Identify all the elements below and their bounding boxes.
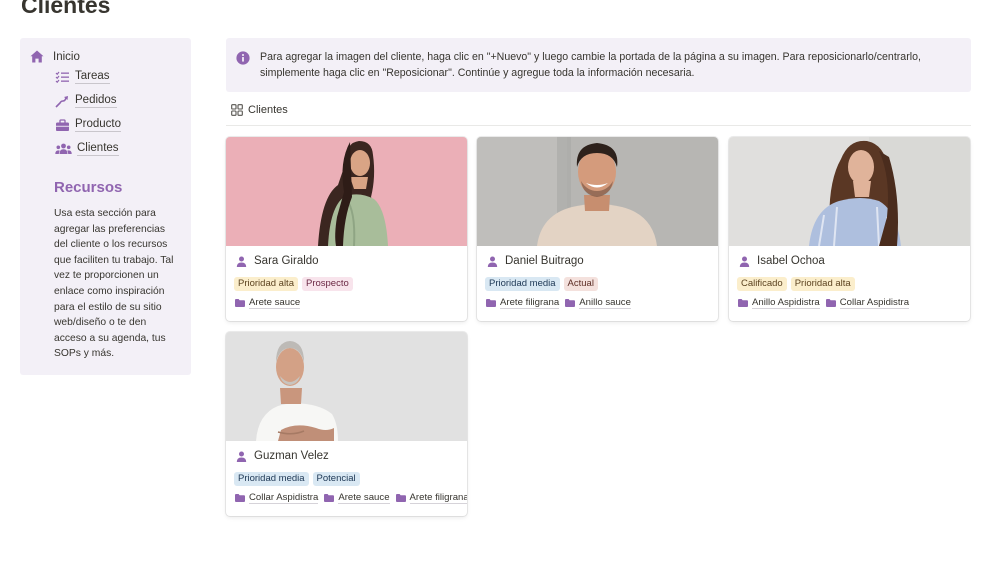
sidebar: Inicio Tareas Pedidos Producto Clientes … — [20, 38, 191, 375]
gallery-card[interactable]: Sara Giraldo Prioridad alta Prospecto Ar… — [226, 137, 467, 321]
card-cover-photo — [226, 332, 467, 441]
card-relations: Arete sauce — [235, 297, 467, 309]
sidebar-item-inicio[interactable]: Inicio — [30, 50, 80, 63]
client-name: Guzman Velez — [254, 450, 329, 462]
card-tags: Calificado Prioridad alta — [737, 277, 855, 291]
tab-label: Clientes — [248, 104, 288, 116]
info-icon — [236, 51, 250, 65]
sidebar-item-tareas[interactable]: Tareas — [55, 70, 110, 84]
card-relations: Collar Aspidistra Arete sauce Arete fili… — [235, 492, 467, 504]
tab-clientes-gallery[interactable]: Clientes — [231, 104, 288, 116]
gallery-card[interactable]: Isabel Ochoa Calificado Prioridad alta A… — [729, 137, 970, 321]
trend-arrow-icon — [55, 95, 68, 108]
page-title: Clientes — [21, 0, 111, 18]
folder-icon — [825, 299, 836, 307]
priority-tag: Prioridad alta — [790, 277, 855, 291]
sidebar-item-label: Producto — [75, 118, 122, 132]
card-relations: Arete filigrana Anillo sauce — [486, 297, 718, 309]
client-name: Sara Giraldo — [254, 255, 319, 267]
card-tags: Prioridad media Actual — [485, 277, 598, 291]
sidebar-item-clientes[interactable]: Clientes — [55, 142, 119, 156]
status-tag: Actual — [563, 277, 598, 291]
folder-icon — [738, 299, 748, 307]
sidebar-item-pedidos[interactable]: Pedidos — [55, 94, 117, 108]
checklist-icon — [55, 71, 69, 83]
person-icon — [236, 451, 247, 462]
people-icon — [55, 143, 72, 154]
card-title: Guzman Velez — [236, 450, 329, 462]
info-callout: Para agregar la imagen del cliente, haga… — [226, 38, 971, 92]
card-cover-photo — [477, 137, 718, 246]
folder-icon — [235, 299, 245, 307]
callout-text: Para agregar la imagen del cliente, haga… — [260, 51, 921, 79]
client-name: Daniel Buitrago — [505, 255, 584, 267]
status-tag: Calificado — [737, 277, 787, 291]
person-icon — [487, 256, 498, 267]
card-relations: Anillo Aspidistra Collar Aspidistra — [738, 297, 970, 309]
folder-icon — [235, 494, 245, 502]
card-cover-photo — [729, 137, 970, 246]
person-icon — [739, 256, 750, 267]
resources-description: Usa esta sección para agregar las prefer… — [54, 208, 174, 360]
relation-link[interactable]: Arete filigrana — [395, 492, 467, 504]
relation-link[interactable]: Arete sauce — [235, 297, 301, 309]
gallery-icon — [231, 104, 243, 116]
folder-icon — [565, 299, 576, 307]
gallery-card[interactable]: Daniel Buitrago Prioridad media Actual A… — [477, 137, 718, 321]
sidebar-item-label: Tareas — [75, 70, 110, 84]
relation-link[interactable]: Anillo sauce — [565, 297, 631, 309]
view-divider — [226, 125, 971, 126]
card-title: Daniel Buitrago — [487, 255, 584, 267]
sidebar-item-label: Clientes — [77, 142, 119, 156]
card-title: Sara Giraldo — [236, 255, 319, 267]
card-tags: Prioridad alta Prospecto — [234, 277, 353, 291]
priority-tag: Prioridad media — [485, 277, 560, 291]
resources-heading: Recursos — [54, 179, 123, 196]
status-tag: Prospecto — [301, 277, 353, 291]
client-name: Isabel Ochoa — [757, 255, 825, 267]
priority-tag: Prioridad media — [234, 472, 309, 486]
sidebar-item-label: Inicio — [53, 50, 80, 63]
relation-link[interactable]: Arete filigrana — [486, 297, 560, 309]
status-tag: Potencial — [312, 472, 360, 486]
card-cover-photo — [226, 137, 467, 246]
relation-link[interactable]: Collar Aspidistra — [825, 297, 910, 309]
card-title: Isabel Ochoa — [739, 255, 825, 267]
folder-icon — [395, 494, 406, 502]
relation-link[interactable]: Anillo Aspidistra — [738, 297, 820, 309]
folder-icon — [486, 299, 496, 307]
sidebar-item-label: Pedidos — [75, 94, 117, 108]
relation-link[interactable]: Arete sauce — [324, 492, 390, 504]
card-tags: Prioridad media Potencial — [234, 472, 360, 486]
folder-icon — [324, 494, 335, 502]
priority-tag: Prioridad alta — [234, 277, 298, 291]
relation-link[interactable]: Collar Aspidistra — [235, 492, 319, 504]
person-icon — [236, 256, 247, 267]
sidebar-item-producto[interactable]: Producto — [55, 118, 122, 132]
gallery-card[interactable]: Guzman Velez Prioridad media Potencial C… — [226, 332, 467, 516]
briefcase-icon — [56, 118, 69, 131]
house-icon — [30, 50, 44, 63]
